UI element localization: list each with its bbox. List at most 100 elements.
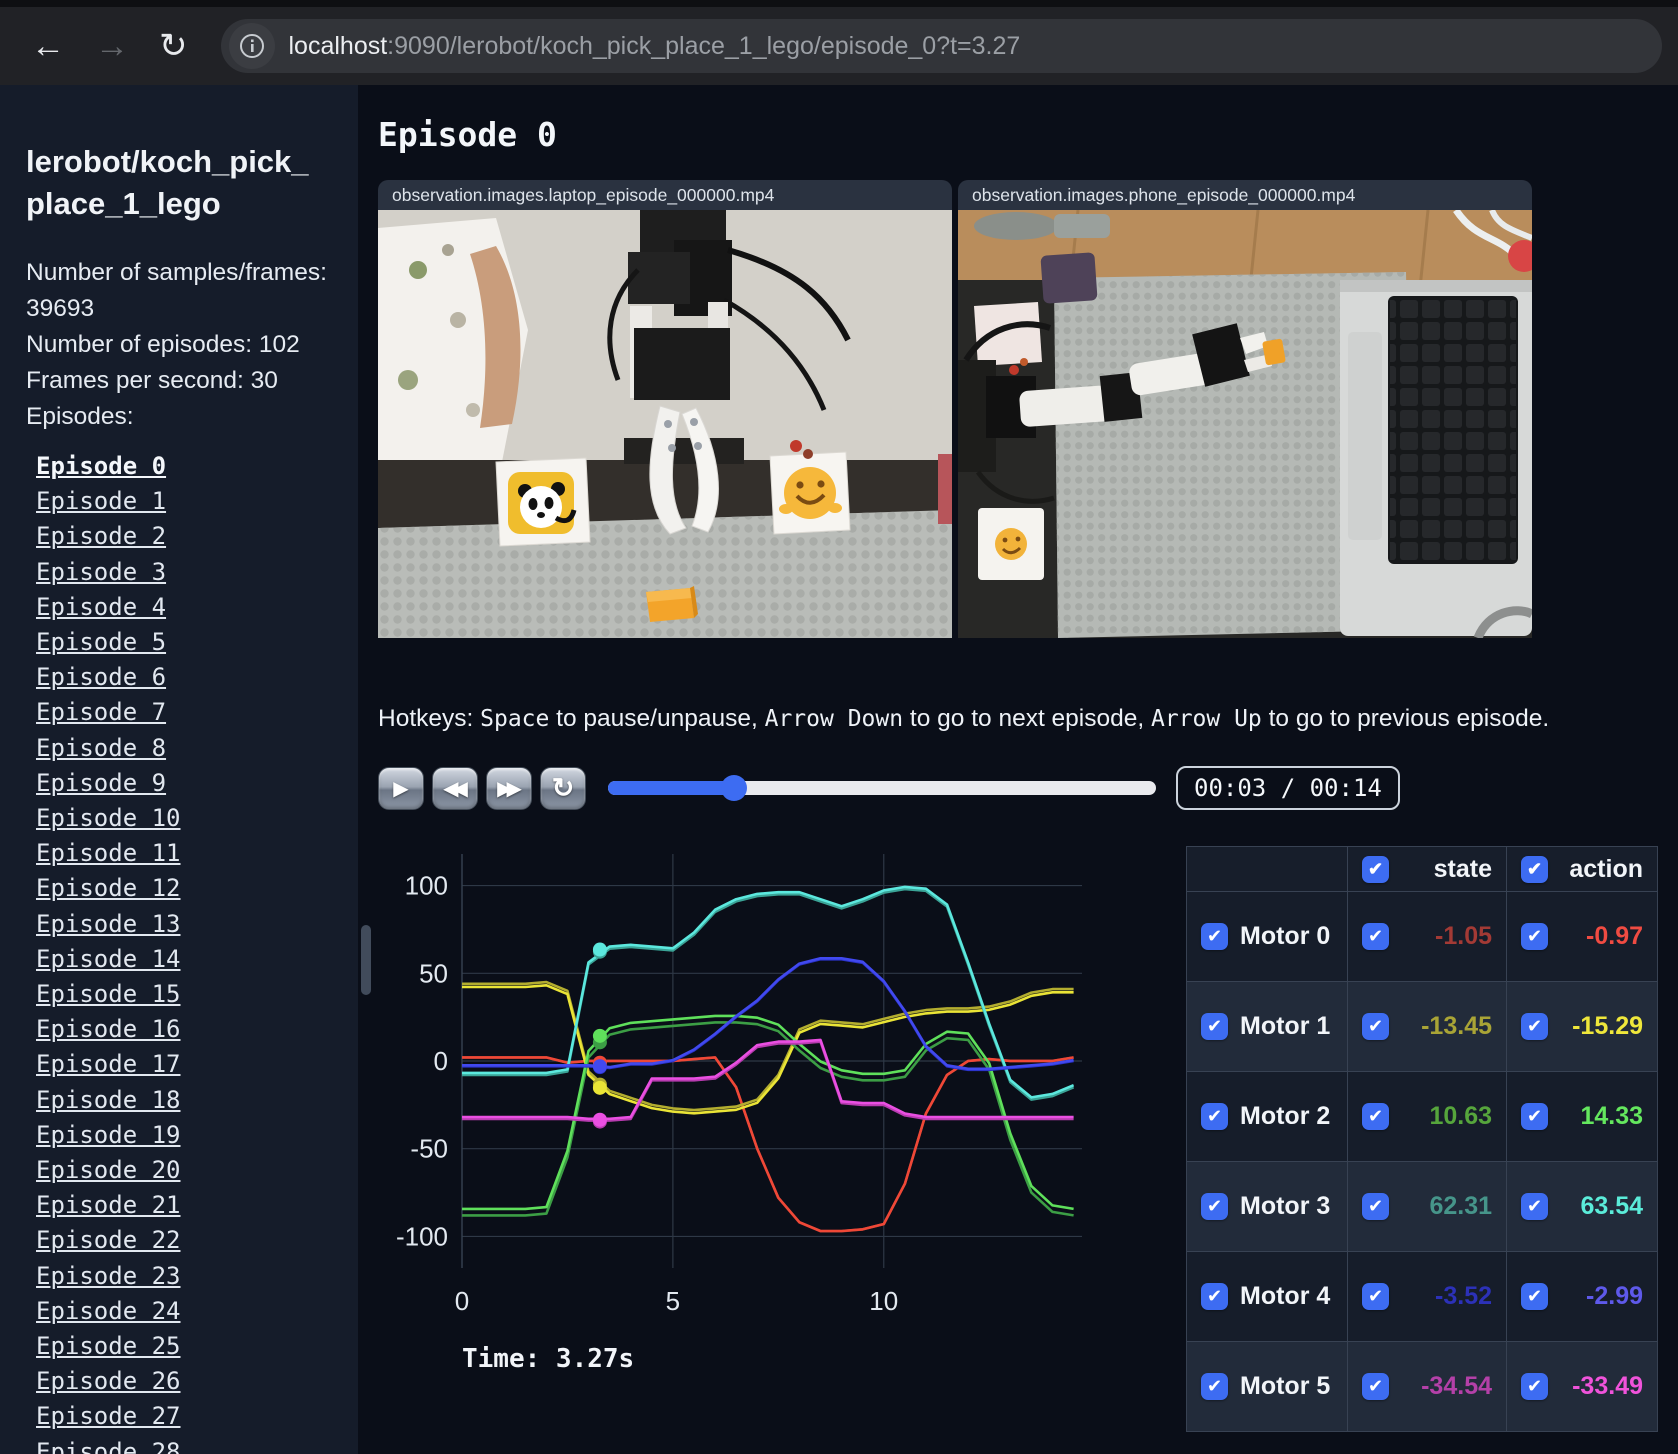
back-icon[interactable]: ← xyxy=(31,29,65,63)
episode-link-12[interactable]: Episode 12 xyxy=(36,874,181,902)
checkbox[interactable]: ✔ xyxy=(1521,1193,1548,1220)
checkbox[interactable]: ✔ xyxy=(1201,923,1228,950)
episode-link-20[interactable]: Episode 20 xyxy=(36,1156,181,1184)
checkbox[interactable]: ✔ xyxy=(1362,1373,1389,1400)
reload-icon[interactable]: ↻ xyxy=(159,29,188,63)
fast-forward-button[interactable]: ▶▶ xyxy=(486,766,532,810)
episode-link-11[interactable]: Episode 11 xyxy=(36,839,181,867)
episode-link-10[interactable]: Episode 10 xyxy=(36,804,181,832)
forward-icon[interactable]: → xyxy=(95,29,129,63)
checkbox[interactable]: ✔ xyxy=(1362,855,1389,883)
episode-list-item: Episode 1 xyxy=(36,484,358,519)
episode-link-2[interactable]: Episode 2 xyxy=(36,522,166,550)
motor-name-label: Motor 5 xyxy=(1240,1372,1331,1400)
episode-link-9[interactable]: Episode 9 xyxy=(36,769,166,797)
episode-link-5[interactable]: Episode 5 xyxy=(36,628,166,656)
action-value: -2.99 xyxy=(1586,1282,1643,1310)
checkbox[interactable]: ✔ xyxy=(1521,923,1548,950)
rewind-button[interactable]: ◀◀ xyxy=(432,766,478,810)
header-empty-cell xyxy=(1186,846,1348,892)
play-icon: ▶ xyxy=(393,777,409,800)
episode-link-18[interactable]: Episode 18 xyxy=(36,1086,181,1114)
episode-link-4[interactable]: Episode 4 xyxy=(36,593,166,621)
play-button[interactable]: ▶ xyxy=(378,766,424,810)
stat-samples: Number of samples/frames: 39693 xyxy=(26,259,327,322)
seek-slider[interactable] xyxy=(608,775,1156,801)
episode-list-item: Episode 15 xyxy=(36,977,358,1012)
episode-list-item: Episode 6 xyxy=(36,660,358,695)
motor-name-label: Motor 3 xyxy=(1240,1192,1331,1220)
url-bar[interactable]: localhost:9090/lerobot/koch_pick_place_1… xyxy=(220,19,1662,73)
checkbox[interactable]: ✔ xyxy=(1201,1103,1228,1130)
episode-list-item: Episode 19 xyxy=(36,1118,358,1153)
checkbox[interactable]: ✔ xyxy=(1521,855,1548,883)
episode-link-3[interactable]: Episode 3 xyxy=(36,558,166,586)
episode-link-25[interactable]: Episode 25 xyxy=(36,1332,181,1360)
episode-list-item: Episode 8 xyxy=(36,731,358,766)
episode-list-item: Episode 0 xyxy=(36,449,358,484)
checkbox[interactable]: ✔ xyxy=(1521,1283,1548,1310)
episode-link-13[interactable]: Episode 13 xyxy=(36,910,181,938)
episode-link-21[interactable]: Episode 21 xyxy=(36,1191,181,1219)
episode-link-22[interactable]: Episode 22 xyxy=(36,1226,181,1254)
episode-link-0[interactable]: Episode 0 xyxy=(36,452,166,480)
motor-chart[interactable]: 100 50 0 -50 -100 0 5 10 xyxy=(378,830,1090,1330)
seek-slider-thumb[interactable] xyxy=(721,775,748,801)
bottom-row: 100 50 0 -50 -100 0 5 10 Time: 3.27s ✔ state ✔ act… xyxy=(378,830,1678,1432)
state-value: 62.31 xyxy=(1429,1192,1492,1220)
checkbox[interactable]: ✔ xyxy=(1201,1193,1228,1220)
checkbox[interactable]: ✔ xyxy=(1362,1013,1389,1040)
line-state-motor-0 xyxy=(462,1056,1074,1233)
time-display: 00:03 / 00:14 xyxy=(1176,766,1400,810)
hotkey-key: Arrow Down xyxy=(764,706,904,732)
episode-list-item: Episode 2 xyxy=(36,519,358,554)
checkbox[interactable]: ✔ xyxy=(1362,923,1389,950)
episode-link-17[interactable]: Episode 17 xyxy=(36,1050,181,1078)
episode-link-1[interactable]: Episode 1 xyxy=(36,487,166,515)
hotkey-text: to go to next episode, xyxy=(903,705,1151,732)
hotkey-text: to pause/unpause, xyxy=(549,705,765,732)
site-info-icon[interactable] xyxy=(228,23,275,69)
state-value: -3.52 xyxy=(1435,1282,1492,1310)
episode-link-6[interactable]: Episode 6 xyxy=(36,663,166,691)
checkbox[interactable]: ✔ xyxy=(1201,1013,1228,1040)
video-laptop[interactable] xyxy=(378,210,952,638)
episode-link-16[interactable]: Episode 16 xyxy=(36,1015,181,1043)
loop-button[interactable]: ↻ xyxy=(540,766,586,810)
episode-link-28[interactable]: Episode 28 xyxy=(36,1438,181,1454)
checkbox[interactable]: ✔ xyxy=(1521,1103,1548,1130)
playback-buttons: ▶ ◀◀ ▶▶ ↻ xyxy=(378,766,594,810)
action-value: -15.29 xyxy=(1572,1012,1643,1040)
episode-link-8[interactable]: Episode 8 xyxy=(36,734,166,762)
smiley-card xyxy=(769,451,851,535)
episode-link-15[interactable]: Episode 15 xyxy=(36,980,181,1008)
episode-list-item: Episode 16 xyxy=(36,1012,358,1047)
episode-list-item: Episode 25 xyxy=(36,1329,358,1364)
episode-link-26[interactable]: Episode 26 xyxy=(36,1367,181,1395)
hotkey-key: Arrow Up xyxy=(1151,706,1262,732)
person xyxy=(378,218,528,478)
url-path: :9090/lerobot/koch_pick_place_1_lego/epi… xyxy=(387,31,1021,60)
hotkey-key: Space xyxy=(480,706,550,732)
episode-link-14[interactable]: Episode 14 xyxy=(36,945,181,973)
checkbox[interactable]: ✔ xyxy=(1521,1373,1548,1400)
hotkey-text: Hotkeys: xyxy=(378,705,481,732)
checkbox[interactable]: ✔ xyxy=(1201,1373,1228,1400)
checkbox[interactable]: ✔ xyxy=(1362,1283,1389,1310)
checkbox[interactable]: ✔ xyxy=(1362,1193,1389,1220)
hotkeys-help: Hotkeys: Space to pause/unpause, Arrow D… xyxy=(378,702,1678,736)
episode-link-19[interactable]: Episode 19 xyxy=(36,1121,181,1149)
checkbox[interactable]: ✔ xyxy=(1201,1283,1228,1310)
episode-link-23[interactable]: Episode 23 xyxy=(36,1262,181,1290)
checkbox[interactable]: ✔ xyxy=(1521,1013,1548,1040)
panda-card xyxy=(495,457,591,547)
table-row-motor-0: ✔ Motor 0 ✔ -1.05 ✔ -0.97 xyxy=(1186,891,1658,982)
dataset-stats: Number of samples/frames: 39693 Number o… xyxy=(26,255,338,435)
episode-link-27[interactable]: Episode 27 xyxy=(36,1402,181,1430)
video-phone[interactable] xyxy=(958,210,1532,638)
episode-link-7[interactable]: Episode 7 xyxy=(36,698,166,726)
ytick-label: 50 xyxy=(419,958,448,988)
purple-box xyxy=(1040,252,1098,304)
checkbox[interactable]: ✔ xyxy=(1362,1103,1389,1130)
episode-link-24[interactable]: Episode 24 xyxy=(36,1297,181,1325)
